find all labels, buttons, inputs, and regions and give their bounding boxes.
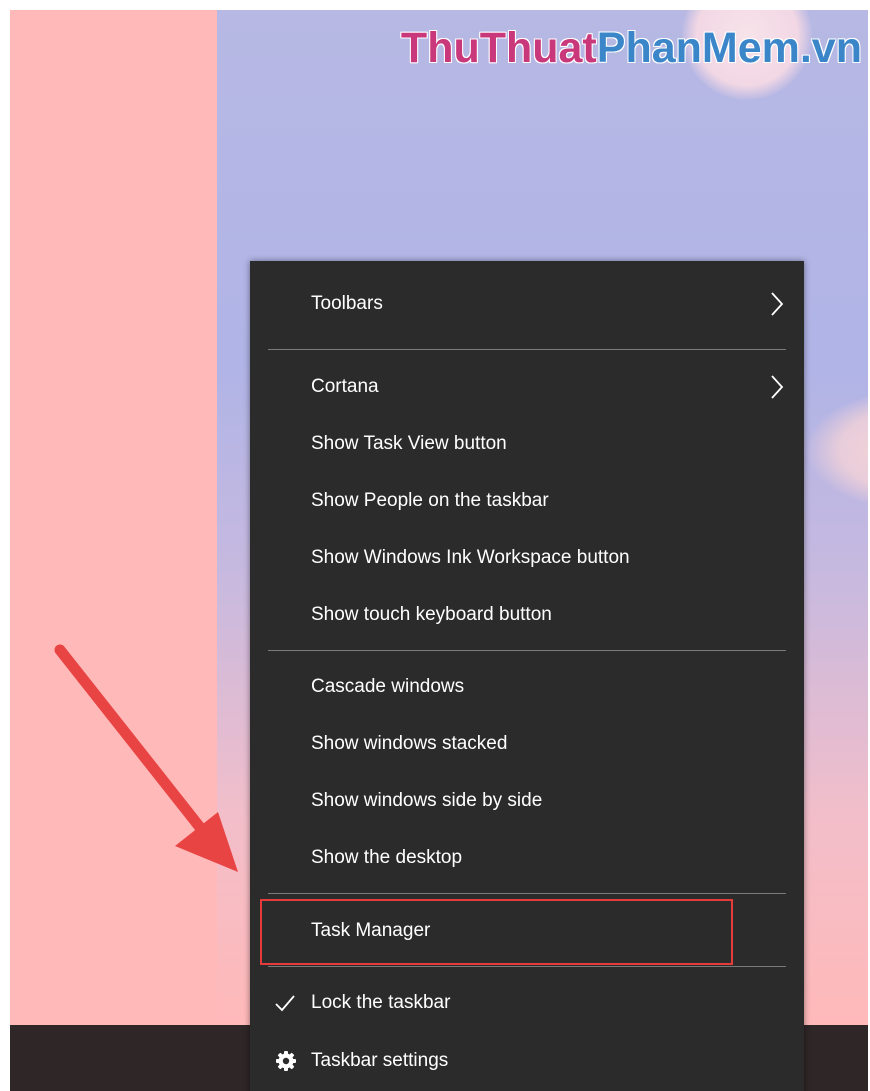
menu-item-label: Show windows side by side xyxy=(311,790,543,811)
menu-item-label: Show Task View button xyxy=(311,433,507,454)
menu-item-show-ink-workspace[interactable]: Show Windows Ink Workspace button xyxy=(250,530,804,586)
menu-item-show-stacked[interactable]: Show windows stacked xyxy=(250,716,804,772)
menu-item-lock-taskbar[interactable]: Lock the taskbar xyxy=(250,975,804,1031)
chevron-right-icon xyxy=(771,375,784,399)
menu-item-show-people[interactable]: Show People on the taskbar xyxy=(250,473,804,529)
desktop-screenshot: ThuThuatPhanMem.vn Toolbars Cortana Show… xyxy=(10,10,868,1091)
menu-item-label: Toolbars xyxy=(311,293,383,314)
menu-item-label: Show touch keyboard button xyxy=(311,604,552,625)
menu-item-toolbars[interactable]: Toolbars xyxy=(250,276,804,332)
menu-item-label: Show windows stacked xyxy=(311,733,508,754)
menu-item-show-side-by-side[interactable]: Show windows side by side xyxy=(250,773,804,829)
menu-item-label: Taskbar settings xyxy=(311,1050,449,1071)
menu-item-show-touch-keyboard[interactable]: Show touch keyboard button xyxy=(250,587,804,643)
menu-item-cortana[interactable]: Cortana xyxy=(250,359,804,415)
checkmark-icon xyxy=(275,995,295,1012)
menu-item-label: Show Windows Ink Workspace button xyxy=(311,547,630,568)
menu-separator xyxy=(268,650,786,651)
menu-item-show-desktop[interactable]: Show the desktop xyxy=(250,830,804,886)
menu-item-label: Show People on the taskbar xyxy=(311,490,549,511)
menu-item-cascade-windows[interactable]: Cascade windows xyxy=(250,659,804,715)
taskbar-context-menu: Toolbars Cortana Show Task View button S… xyxy=(250,261,804,1091)
gear-icon xyxy=(276,1051,296,1071)
menu-item-label: Lock the taskbar xyxy=(311,992,451,1013)
menu-separator xyxy=(268,349,786,350)
task-manager-highlight-box xyxy=(260,899,733,965)
menu-item-label: Show the desktop xyxy=(311,847,463,868)
menu-item-label: Cortana xyxy=(311,376,379,397)
menu-item-taskbar-settings[interactable]: Taskbar settings xyxy=(250,1033,804,1089)
menu-separator xyxy=(268,966,786,967)
menu-separator xyxy=(268,893,786,894)
menu-item-show-task-view[interactable]: Show Task View button xyxy=(250,416,804,472)
chevron-right-icon xyxy=(771,292,784,316)
menu-item-label: Cascade windows xyxy=(311,676,465,697)
